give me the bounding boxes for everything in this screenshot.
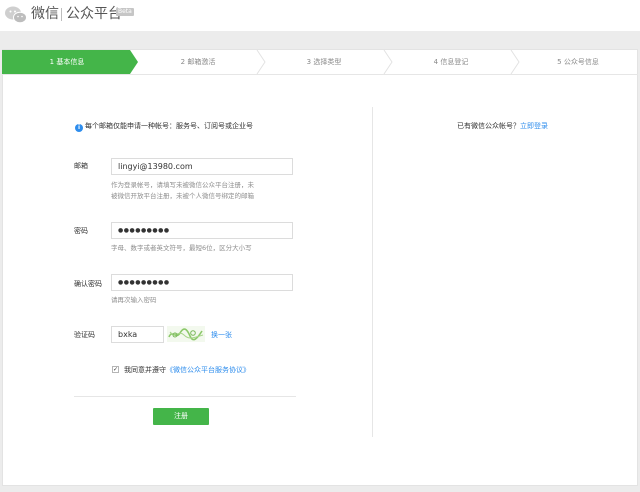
wechat-logo-icon <box>5 6 27 24</box>
step-basic-info: 1 基本信息 <box>49 58 85 66</box>
captcha-image[interactable] <box>167 326 205 342</box>
step-email-activation: 2 邮箱激活 <box>180 58 216 66</box>
beta-badge: Beta <box>116 8 134 16</box>
service-agreement-link[interactable]: 《微信公众平台服务协议》 <box>166 366 250 374</box>
email-input[interactable]: lingyi@13980.com <box>111 158 293 175</box>
password-hint: 字母、数字或者英文符号，最短6位，区分大小写 <box>111 244 252 252</box>
vertical-divider <box>372 107 373 437</box>
step-info-registration: 4 信息登记 <box>433 58 469 66</box>
email-notice: i 每个邮箱仅能申请一种帐号：服务号、订阅号或企业号 <box>75 121 253 132</box>
email-label: 邮箱 <box>74 162 88 170</box>
agree-checkbox[interactable]: ✓ <box>112 366 119 373</box>
existing-account-text: 已有微信公众帐号？ <box>457 122 520 130</box>
step-choose-type: 3 选择类型 <box>306 58 342 66</box>
captcha-input[interactable]: bxka <box>111 326 164 343</box>
top-bar: 微信 公众平台 Beta <box>0 0 640 31</box>
step-progress-bar: 1 基本信息 2 邮箱激活 3 选择类型 4 信息登记 5 公众号信息 <box>2 50 638 75</box>
password-input[interactable]: ●●●●●●●●● <box>111 222 293 239</box>
platform-name: 公众平台 <box>66 6 122 22</box>
password-label: 密码 <box>74 227 88 235</box>
register-button[interactable]: 注册 <box>153 408 209 425</box>
brand-name: 微信 <box>31 6 59 22</box>
email-hint-line-2: 被微信开放平台注册，未被个人微信号绑定的邮箱 <box>111 192 254 200</box>
confirm-password-label: 确认密码 <box>74 280 102 288</box>
refresh-captcha-link[interactable]: 换一张 <box>211 330 232 340</box>
agreement-text: 我同意并遵守《微信公众平台服务协议》 <box>124 365 250 375</box>
confirm-password-input[interactable]: ●●●●●●●●● <box>111 274 293 291</box>
registration-card <box>2 49 638 486</box>
existing-account-prompt: 已有微信公众帐号？立即登录 <box>457 121 548 131</box>
confirm-password-hint: 请再次输入密码 <box>111 296 157 304</box>
brand-separator <box>61 8 62 21</box>
step-account-info: 5 公众号信息 <box>557 58 599 66</box>
agree-label: 我同意并遵守 <box>124 366 166 374</box>
form-divider <box>74 396 296 397</box>
info-icon: i <box>75 124 83 132</box>
notice-text: 每个邮箱仅能申请一种帐号：服务号、订阅号或企业号 <box>85 122 253 130</box>
login-link[interactable]: 立即登录 <box>520 122 548 130</box>
captcha-label: 验证码 <box>74 331 95 339</box>
